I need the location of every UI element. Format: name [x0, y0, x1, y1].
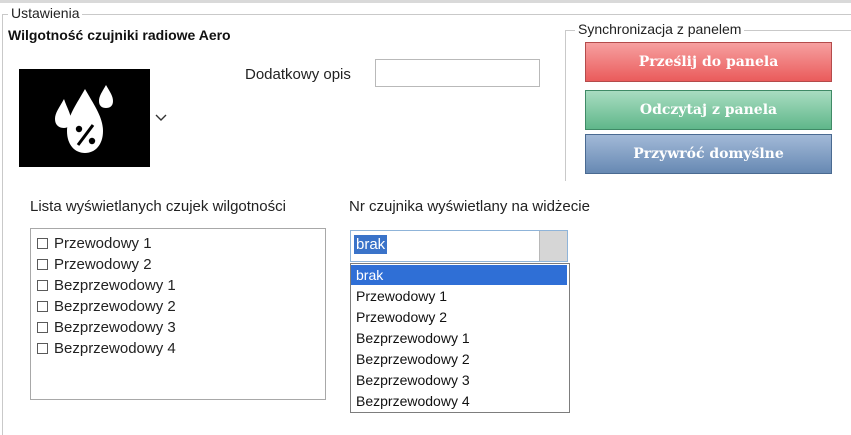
list-item[interactable]: Bezprzewodowy 2: [37, 295, 176, 317]
sync-group-title: Synchronizacja z panelem: [575, 21, 745, 37]
widget-sensor-dropdown-list[interactable]: brak Przewodowy 1 Przewodowy 2 Bezprzewo…: [350, 263, 570, 413]
list-item-label: Bezprzewodowy 4: [54, 339, 176, 357]
dropdown-option[interactable]: Przewodowy 2: [351, 307, 567, 327]
description-label: Dodatkowy opis: [245, 66, 351, 83]
dropdown-option[interactable]: Bezprzewodowy 1: [351, 328, 567, 348]
list-item[interactable]: Bezprzewodowy 1: [37, 274, 176, 296]
chevron-down-icon: [155, 114, 167, 121]
list-item[interactable]: Bezprzewodowy 4: [37, 337, 176, 359]
window-top-edge: [0, 0, 851, 3]
widget-sensor-label: Nr czujnika wyświetlany na widżecie: [349, 198, 590, 215]
description-input[interactable]: [375, 59, 540, 87]
list-item-label: Bezprzewodowy 3: [54, 318, 176, 336]
icon-picker-dropdown[interactable]: [150, 69, 172, 167]
checkbox[interactable]: [37, 279, 48, 291]
list-item[interactable]: Przewodowy 2: [37, 253, 152, 275]
list-item[interactable]: Przewodowy 1: [37, 232, 152, 254]
select-dropdown-button[interactable]: [539, 231, 567, 261]
list-item-label: Przewodowy 2: [54, 255, 152, 273]
checkbox[interactable]: [37, 321, 48, 333]
list-item-label: Przewodowy 1: [54, 234, 152, 252]
restore-defaults-button[interactable]: Przywróć domyślne: [585, 134, 832, 174]
checkbox[interactable]: [37, 342, 48, 354]
settings-group-title: Ustawienia: [8, 5, 83, 21]
list-item[interactable]: Bezprzewodowy 3: [37, 316, 176, 338]
dropdown-option[interactable]: brak: [351, 265, 567, 285]
section-title: Wilgotność czujniki radiowe Aero: [8, 27, 231, 43]
list-item-label: Bezprzewodowy 1: [54, 276, 176, 294]
list-item-label: Bezprzewodowy 2: [54, 297, 176, 315]
checkbox[interactable]: [37, 237, 48, 249]
dropdown-option[interactable]: Bezprzewodowy 3: [351, 370, 567, 390]
dropdown-option[interactable]: Bezprzewodowy 4: [351, 391, 567, 411]
icon-picker[interactable]: [19, 69, 150, 167]
sensor-list[interactable]: Przewodowy 1 Przewodowy 2 Bezprzewodowy …: [30, 228, 326, 400]
dropdown-option[interactable]: Przewodowy 1: [351, 286, 567, 306]
widget-sensor-value: brak: [354, 235, 388, 254]
read-from-panel-button[interactable]: Odczytaj z panela: [585, 90, 832, 130]
sensor-list-label: Lista wyświetlanych czujek wilgotności: [30, 198, 286, 215]
checkbox[interactable]: [37, 300, 48, 312]
send-to-panel-button[interactable]: Prześlij do panela: [585, 42, 832, 82]
checkbox[interactable]: [37, 258, 48, 270]
humidity-drops-percent-icon: [54, 85, 113, 153]
dropdown-option[interactable]: Bezprzewodowy 2: [351, 349, 567, 369]
widget-sensor-select[interactable]: brak: [350, 230, 568, 262]
